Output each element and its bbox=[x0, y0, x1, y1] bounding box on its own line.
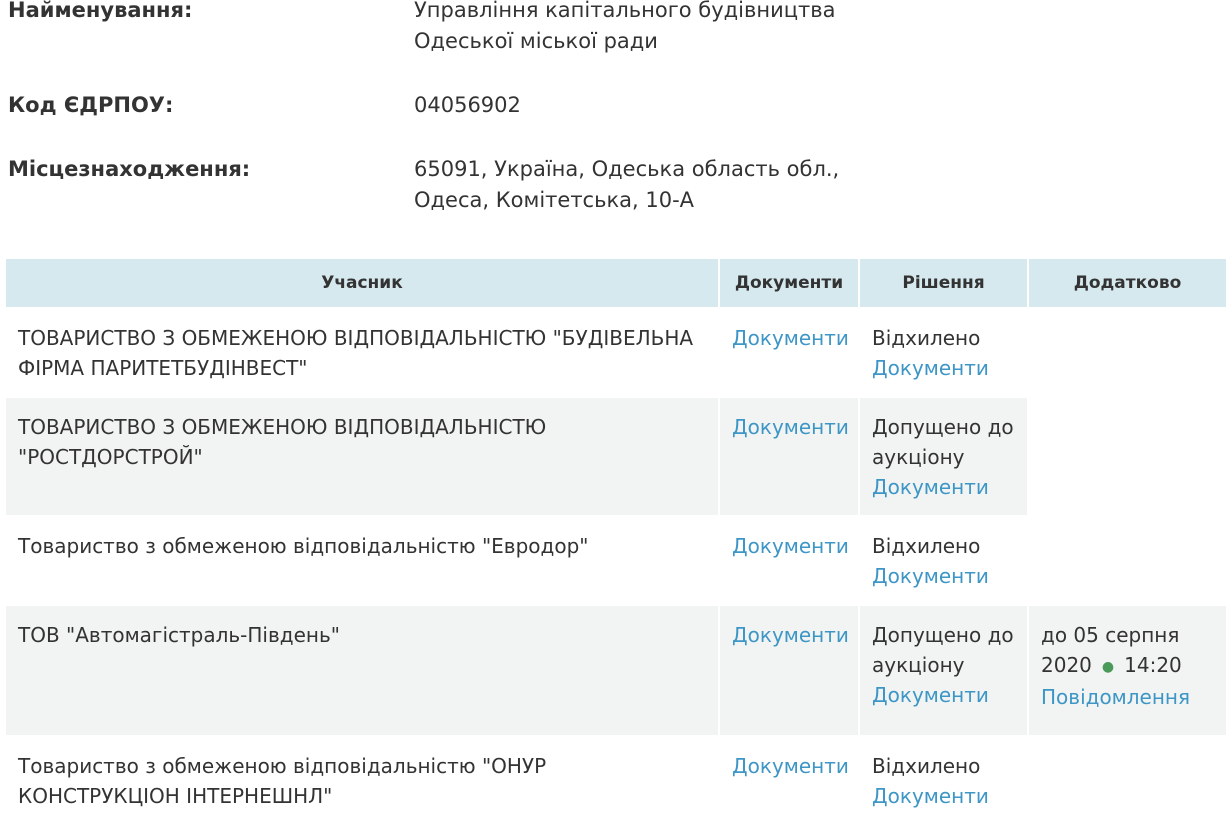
documents-cell: Документи bbox=[720, 737, 858, 824]
additional-cell bbox=[1029, 309, 1226, 396]
header-documents: Документи bbox=[720, 259, 858, 307]
participant-name: Товариство з обмеженою відповідальністю … bbox=[18, 754, 547, 808]
decision-cell: Відхилено Документи bbox=[860, 309, 1027, 396]
decision-status: Відхилено bbox=[872, 534, 981, 558]
code-value: 04056902 bbox=[414, 93, 521, 117]
table-row: ТОВ "Автомагістраль-Південь" Документи Д… bbox=[6, 606, 1226, 735]
location-value: 65091, Україна, Одеська область обл., Од… bbox=[414, 154, 914, 216]
documents-link[interactable]: Документи bbox=[732, 534, 849, 558]
organization-info: Найменування: Управління капітального бу… bbox=[0, 0, 1231, 258]
header-additional: Додатково bbox=[1029, 259, 1226, 307]
decision-cell: Допущено до аукціону Документи bbox=[860, 606, 1027, 735]
participant-name: ТОВАРИСТВО З ОБМЕЖЕНОЮ ВІДПОВІДАЛЬНІСТЮ … bbox=[18, 326, 694, 380]
documents-cell: Документи bbox=[720, 398, 858, 515]
decision-documents-link[interactable]: Документи bbox=[872, 680, 1015, 710]
name-label: Найменування: bbox=[8, 0, 193, 22]
header-participant: Учасник bbox=[6, 259, 718, 307]
notification-link[interactable]: Повідомлення bbox=[1041, 682, 1214, 712]
additional-cell bbox=[1029, 398, 1226, 515]
participants-table: Учасник Документи Рішення Додатково ТОВА… bbox=[4, 257, 1228, 826]
documents-cell: Документи bbox=[720, 606, 858, 735]
participant-name: Товариство з обмеженою відповідальністю … bbox=[18, 534, 589, 558]
location-label: Місцезнаходження: bbox=[8, 157, 251, 181]
documents-cell: Документи bbox=[720, 517, 858, 604]
decision-status: Допущено до аукціону bbox=[872, 415, 1014, 469]
name-line: Управління капітального будівництва bbox=[414, 0, 836, 22]
decision-documents-link[interactable]: Документи bbox=[872, 561, 1015, 591]
table-row: ТОВАРИСТВО З ОБМЕЖЕНОЮ ВІДПОВІДАЛЬНІСТЮ … bbox=[6, 309, 1226, 396]
name-value: Управління капітального будівництва Одес… bbox=[414, 0, 914, 57]
additional-cell: до 05 серпня 2020 ● 14:20 Повідомлення bbox=[1029, 606, 1226, 735]
additional-cell bbox=[1029, 517, 1226, 604]
table-row: Товариство з обмеженою відповідальністю … bbox=[6, 737, 1226, 824]
deadline-time: 14:20 bbox=[1124, 653, 1182, 677]
additional-cell bbox=[1029, 737, 1226, 824]
table-row: ТОВАРИСТВО З ОБМЕЖЕНОЮ ВІДПОВІДАЛЬНІСТЮ … bbox=[6, 398, 1226, 515]
documents-link[interactable]: Документи bbox=[732, 754, 849, 778]
code-label: Код ЄДРПОУ: bbox=[8, 93, 174, 117]
name-line: Одеської міської ради bbox=[414, 29, 658, 53]
decision-cell: Відхилено Документи bbox=[860, 517, 1027, 604]
decision-documents-link[interactable]: Документи bbox=[872, 353, 1015, 383]
documents-cell: Документи bbox=[720, 309, 858, 396]
decision-status: Відхилено bbox=[872, 326, 981, 350]
header-decision: Рішення bbox=[860, 259, 1027, 307]
decision-documents-link[interactable]: Документи bbox=[872, 472, 1015, 502]
decision-status: Відхилено bbox=[872, 754, 981, 778]
decision-status: Допущено до аукціону bbox=[872, 623, 1014, 677]
decision-cell: Допущено до аукціону Документи bbox=[860, 398, 1027, 515]
documents-link[interactable]: Документи bbox=[732, 415, 849, 439]
location-line: 65091, Україна, Одеська область обл., bbox=[414, 157, 840, 181]
separator-dot-icon: ● bbox=[1101, 658, 1115, 675]
table-header-row: Учасник Документи Рішення Додатково bbox=[6, 259, 1226, 307]
participant-name: ТОВАРИСТВО З ОБМЕЖЕНОЮ ВІДПОВІДАЛЬНІСТЮ … bbox=[6, 398, 718, 515]
decision-documents-link[interactable]: Документи bbox=[872, 781, 1015, 811]
location-line: Одеса, Комітетська, 10-А bbox=[414, 188, 695, 212]
participant-name: ТОВ "Автомагістраль-Південь" bbox=[6, 606, 718, 735]
table-row: Товариство з обмеженою відповідальністю … bbox=[6, 517, 1226, 604]
decision-cell: Відхилено Документи bbox=[860, 737, 1027, 824]
documents-link[interactable]: Документи bbox=[732, 623, 849, 647]
documents-link[interactable]: Документи bbox=[732, 326, 849, 350]
